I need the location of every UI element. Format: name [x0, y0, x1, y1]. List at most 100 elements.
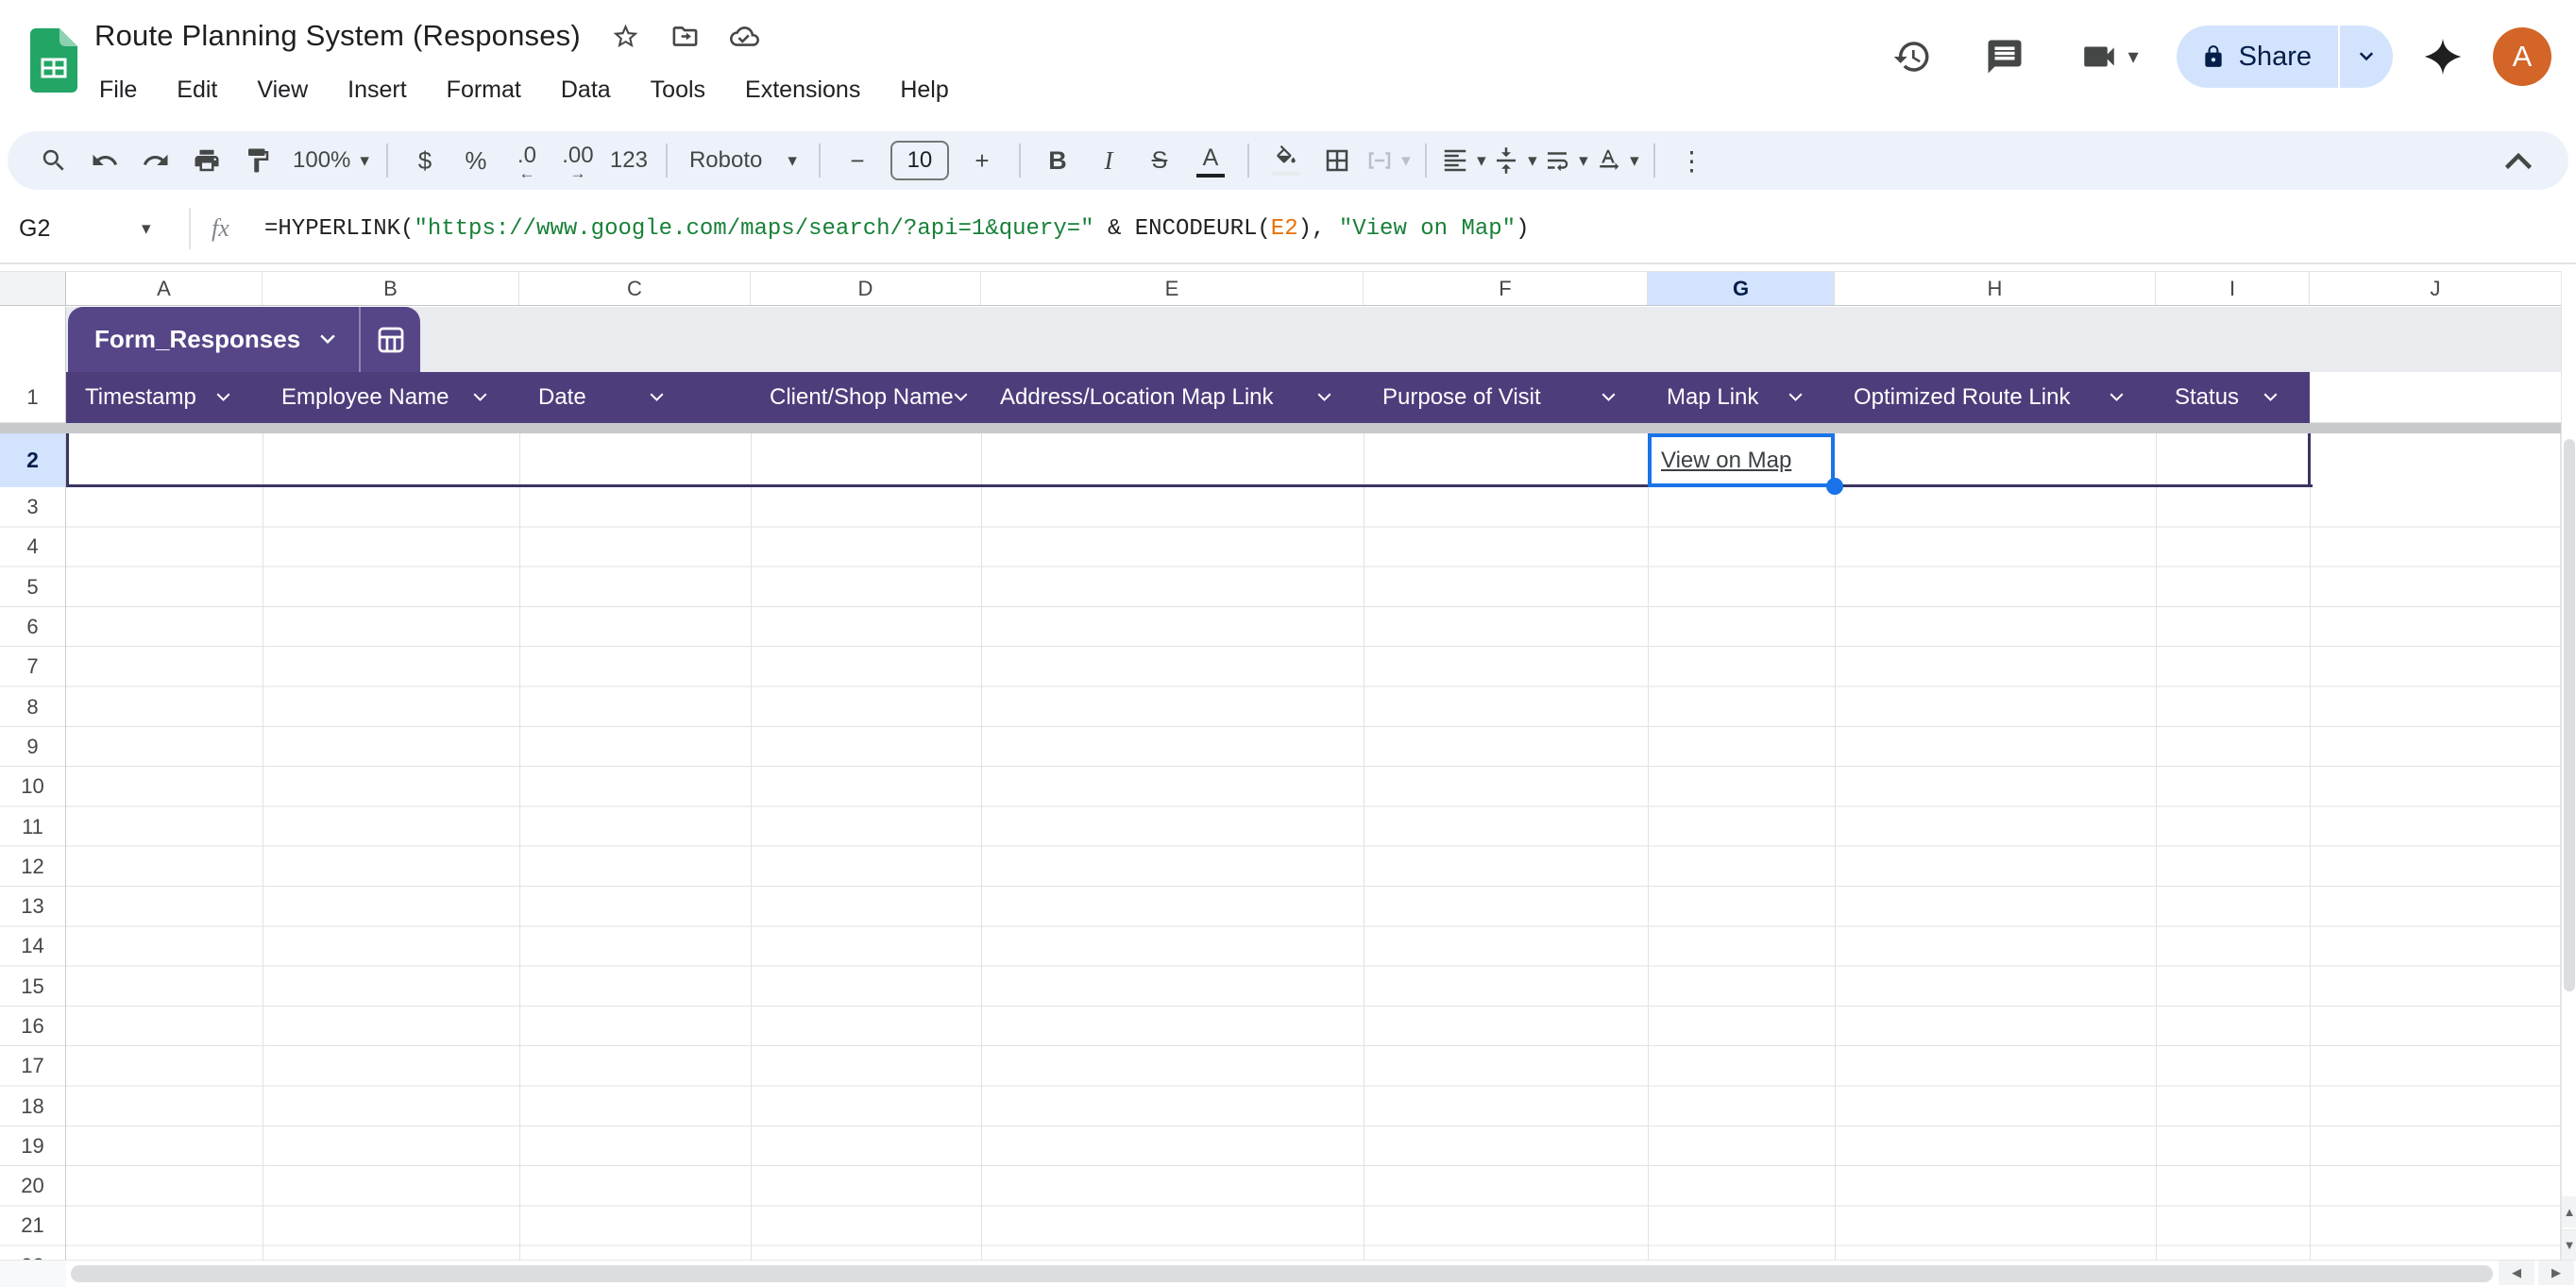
column-header-e[interactable]: E — [981, 272, 1364, 305]
share-button[interactable]: Share — [2177, 25, 2338, 88]
vertical-scrollbar[interactable]: ▲ ▼ — [2561, 271, 2576, 1260]
increase-font-size-button[interactable]: + — [959, 138, 1005, 183]
filter-chevron-icon[interactable] — [1317, 393, 1331, 402]
table-view-button[interactable] — [361, 323, 420, 357]
header-map-link[interactable]: Map Link — [1648, 372, 1835, 423]
header-purpose-of-visit[interactable]: Purpose of Visit — [1364, 372, 1648, 423]
format-percent-button[interactable]: % — [453, 138, 499, 183]
sheet-tab-dropdown-icon[interactable] — [319, 334, 336, 345]
column-header-b[interactable]: B — [263, 272, 519, 305]
vertical-scrollbar-thumb[interactable] — [2564, 439, 2575, 991]
frozen-row-divider[interactable] — [0, 423, 2566, 433]
account-avatar[interactable]: A — [2493, 27, 2551, 86]
column-header-c[interactable]: C — [519, 272, 751, 305]
column-header-f[interactable]: F — [1364, 272, 1648, 305]
menu-edit[interactable]: Edit — [157, 76, 237, 104]
filter-chevron-icon[interactable] — [1788, 393, 1803, 402]
selected-cell-g2[interactable]: View on Map — [1648, 433, 1835, 487]
row-header-16[interactable]: 16 — [0, 1007, 65, 1046]
row-header-9[interactable]: 9 — [0, 727, 65, 767]
decrease-font-size-button[interactable]: − — [835, 138, 880, 183]
more-options-icon[interactable]: ⋮ — [1669, 138, 1715, 183]
cloud-saved-icon[interactable] — [730, 22, 759, 51]
column-header-h[interactable]: H — [1835, 272, 2156, 305]
cell-g2-link[interactable]: View on Map — [1661, 448, 1791, 474]
increase-decimal-button[interactable]: .00 → — [555, 138, 601, 183]
italic-button[interactable]: I — [1086, 138, 1131, 183]
star-icon[interactable] — [611, 22, 640, 51]
column-header-a[interactable]: A — [66, 272, 263, 305]
row-header-13[interactable]: 13 — [0, 887, 65, 926]
borders-button[interactable] — [1314, 138, 1360, 183]
header-timestamp[interactable]: Timestamp — [66, 372, 263, 423]
column-header-d[interactable]: D — [751, 272, 981, 305]
header-optimized-route-link[interactable]: Optimized Route Link — [1835, 372, 2156, 423]
row-header-2[interactable]: 2 — [0, 433, 66, 487]
row-2-cells[interactable]: View on Map — [66, 433, 2561, 487]
fill-handle[interactable] — [1826, 478, 1843, 495]
horizontal-align-button[interactable]: ▾ — [1441, 138, 1486, 183]
gemini-sparkle-icon[interactable] — [2423, 37, 2463, 76]
row-header-7[interactable]: 7 — [0, 647, 65, 686]
header-date[interactable]: Date — [519, 372, 751, 423]
scroll-down-icon[interactable]: ▼ — [2562, 1229, 2576, 1260]
header-employee-name[interactable]: Employee Name — [263, 372, 519, 423]
row-header-1[interactable]: 1 — [0, 372, 66, 423]
menu-help[interactable]: Help — [880, 76, 968, 104]
row-header-12[interactable]: 12 — [0, 847, 65, 887]
share-dropdown-button[interactable] — [2340, 25, 2393, 88]
font-size-input[interactable]: 10 — [890, 141, 949, 180]
version-history-icon[interactable] — [1892, 37, 1932, 76]
row-header-8[interactable]: 8 — [0, 686, 65, 726]
vertical-align-button[interactable]: ▾ — [1492, 138, 1537, 183]
print-icon[interactable] — [184, 138, 229, 183]
text-color-button[interactable]: A — [1188, 138, 1233, 183]
menu-tools[interactable]: Tools — [631, 76, 725, 104]
row-header-18[interactable]: 18 — [0, 1086, 65, 1126]
menu-view[interactable]: View — [237, 76, 328, 104]
collapse-menus-icon[interactable] — [2496, 138, 2541, 183]
scroll-right-icon[interactable]: ▶ — [2538, 1261, 2574, 1285]
filter-chevron-icon[interactable] — [650, 393, 664, 402]
column-header-j[interactable]: J — [2310, 272, 2561, 305]
filter-chevron-icon[interactable] — [2263, 393, 2278, 402]
empty-grid-cells[interactable] — [66, 487, 2561, 1260]
horizontal-scrollbar[interactable] — [0, 1260, 2576, 1286]
text-rotation-button[interactable]: ▾ — [1594, 138, 1639, 183]
comment-icon[interactable] — [1985, 37, 2025, 76]
row-header-19[interactable]: 19 — [0, 1126, 65, 1166]
filter-chevron-icon[interactable] — [473, 393, 487, 402]
header-address-location-map-link[interactable]: Address/Location Map Link — [981, 372, 1364, 423]
zoom-select[interactable]: 100% ▾ — [293, 138, 369, 183]
row-header-6[interactable]: 6 — [0, 607, 65, 647]
row-header-3[interactable]: 3 — [0, 487, 65, 527]
row-header-10[interactable]: 10 — [0, 767, 65, 806]
row-header-21[interactable]: 21 — [0, 1206, 65, 1245]
filter-chevron-icon[interactable] — [2110, 393, 2124, 402]
move-folder-icon[interactable] — [670, 22, 700, 51]
menu-extensions[interactable]: Extensions — [725, 76, 880, 104]
name-box[interactable]: G2 — [0, 215, 142, 243]
formula-input[interactable]: =HYPERLINK("https://www.google.com/maps/… — [264, 216, 1529, 242]
row-header-4[interactable]: 4 — [0, 527, 65, 567]
fill-color-button[interactable] — [1263, 138, 1309, 183]
redo-icon[interactable] — [133, 138, 178, 183]
meet-dropdown-icon[interactable]: ▾ — [2128, 44, 2139, 69]
bold-button[interactable]: B — [1035, 138, 1080, 183]
menu-insert[interactable]: Insert — [328, 76, 427, 104]
document-title[interactable]: Route Planning System (Responses) — [94, 19, 581, 53]
menu-data[interactable]: Data — [541, 76, 631, 104]
meet-video-icon[interactable] — [2079, 37, 2119, 76]
merge-cells-button[interactable]: ▾ — [1365, 138, 1411, 183]
undo-icon[interactable] — [82, 138, 127, 183]
format-currency-button[interactable]: $ — [402, 138, 448, 183]
decrease-decimal-button[interactable]: .0 ← — [504, 138, 550, 183]
row-header-11[interactable]: 11 — [0, 806, 65, 846]
filter-chevron-icon[interactable] — [216, 393, 230, 402]
horizontal-scrollbar-thumb[interactable] — [71, 1265, 2493, 1282]
number-format-button[interactable]: 123 — [606, 138, 652, 183]
google-sheets-logo-icon[interactable] — [30, 28, 77, 93]
row-header-22[interactable]: 22 — [0, 1246, 65, 1260]
strikethrough-button[interactable]: S — [1137, 138, 1182, 183]
filter-chevron-icon[interactable] — [1602, 393, 1616, 402]
